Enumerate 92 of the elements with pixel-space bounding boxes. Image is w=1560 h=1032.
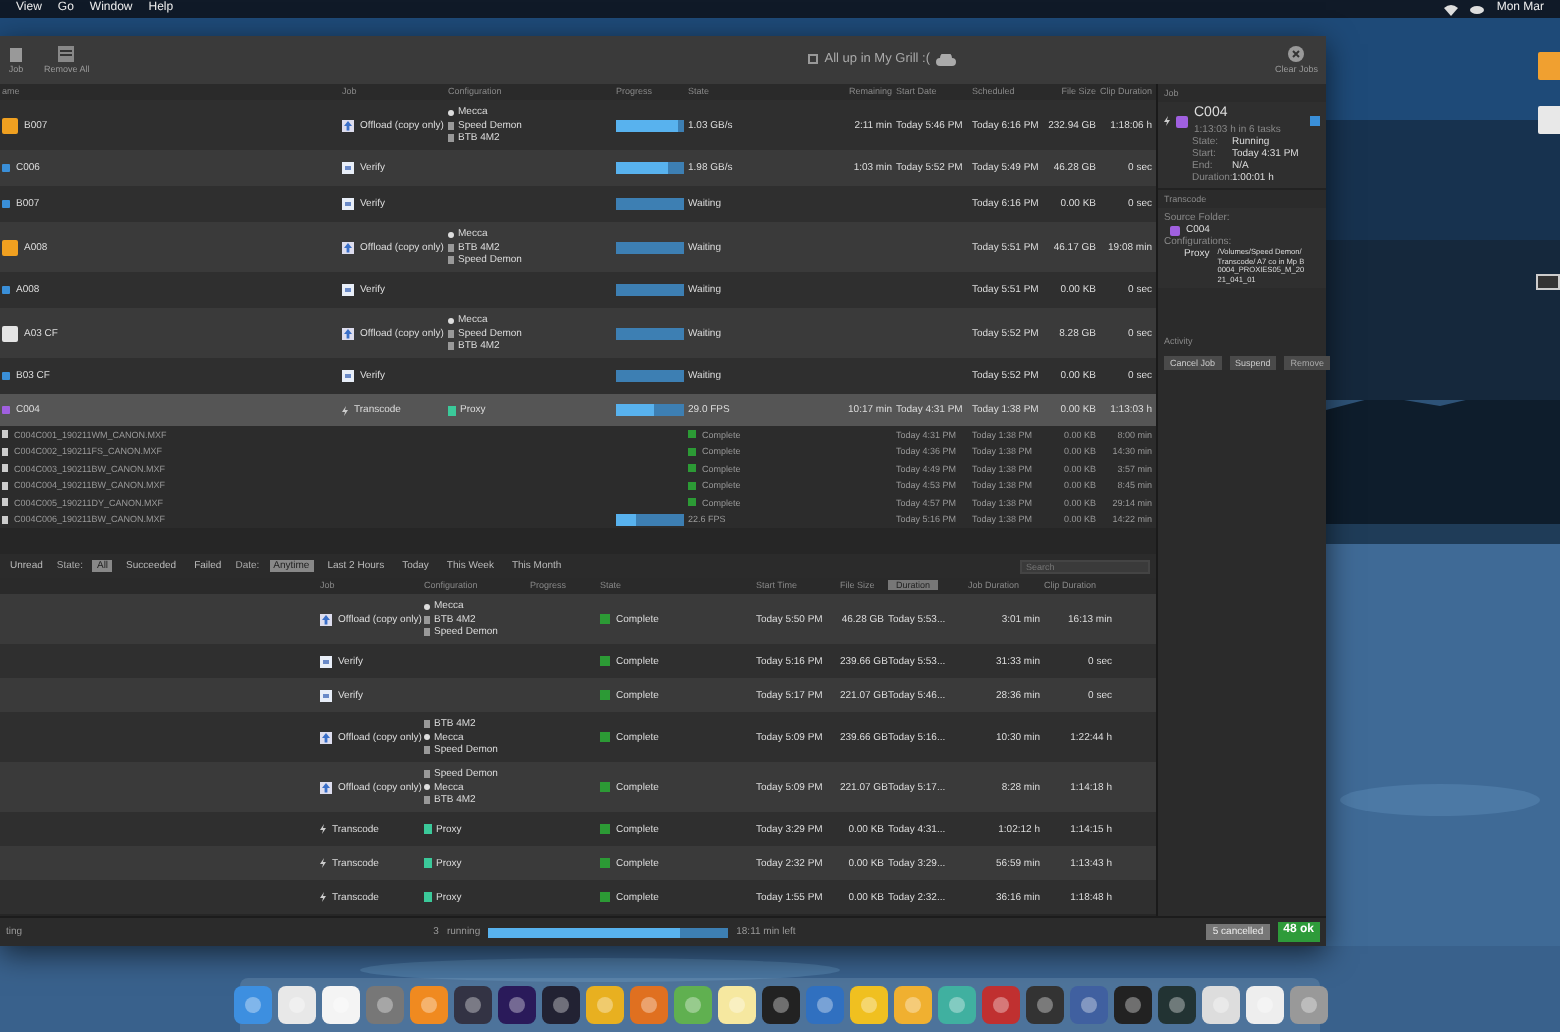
document-icon [342,284,354,296]
cloud-icon[interactable] [1470,4,1485,14]
app-icon[interactable] [893,986,931,1024]
upload-icon [320,731,332,743]
app-icon[interactable] [1201,986,1239,1024]
preset-icon [424,892,432,902]
check-icon [600,782,610,792]
upload-icon [342,327,354,339]
app-icon[interactable] [321,986,359,1024]
bolt-icon [1164,116,1170,127]
check-icon [600,892,610,902]
app-icon[interactable] [233,986,271,1024]
app-icon[interactable] [1157,986,1195,1024]
progress-bar [616,404,684,416]
source-icon [2,239,18,255]
app-icon[interactable] [717,986,755,1024]
bolt-icon [342,405,348,415]
progress-bar [616,513,684,526]
folder-icon [1170,225,1180,236]
app-icon[interactable] [629,986,667,1024]
document-icon [320,655,332,667]
document-icon [342,370,354,382]
progress-bar [616,241,684,253]
progress-bar [616,198,684,210]
source-icon [2,164,10,172]
document-icon [342,162,354,174]
app-icon[interactable] [1025,986,1063,1024]
upload-icon [320,613,332,625]
progress-bar [616,370,684,382]
dot-icon [424,603,430,609]
app-icon[interactable] [1113,986,1151,1024]
app-icon[interactable] [1069,986,1107,1024]
source-icon [2,200,10,208]
document-icon [320,689,332,701]
bolt-icon [320,892,326,902]
app-icon[interactable] [541,986,579,1024]
source-icon [2,325,18,341]
source-icon [2,117,18,133]
preset-icon [448,405,456,415]
progress-bar [616,119,684,131]
check-icon [600,732,610,742]
check-icon [600,656,610,666]
drive-icon [424,796,430,804]
dot-icon [424,784,430,790]
app-icon[interactable] [365,986,403,1024]
app-icon[interactable] [1245,986,1283,1024]
wifi-icon[interactable] [1444,3,1459,15]
app-icon[interactable] [453,986,491,1024]
dot-icon [448,109,454,115]
monitor-icon[interactable] [1536,274,1560,294]
check-icon [600,690,610,700]
source-icon [2,406,10,414]
app-icon[interactable] [805,986,843,1024]
list-icon [58,45,75,62]
drive-icon [424,720,430,728]
source-icon [2,372,10,380]
app-icon[interactable] [673,986,711,1024]
progress-bar [616,162,684,174]
app-icon[interactable] [761,986,799,1024]
app-icon[interactable] [981,986,1019,1024]
bolt-icon [320,824,326,834]
close-icon [1288,45,1305,62]
document-icon [342,198,354,210]
upload-icon [320,781,332,793]
app-icon[interactable] [497,986,535,1024]
check-icon [600,614,610,624]
app-icon[interactable] [409,986,447,1024]
upload-icon [342,119,354,131]
preset-icon [424,858,432,868]
check-icon [600,858,610,868]
app-icon[interactable] [937,986,975,1024]
app-icon[interactable] [849,986,887,1024]
check-icon [600,824,610,834]
progress-bar [616,327,684,339]
bolt-icon [320,858,326,868]
square-icon [808,54,819,65]
folder-icon [1176,115,1188,128]
cloud-icon [935,53,956,66]
progress-bar [616,284,684,296]
file-icon[interactable] [1536,104,1560,136]
dot-icon [424,734,430,740]
drive-icon [424,746,430,754]
checkbox-icon[interactable] [1310,116,1320,127]
dot-icon [448,317,454,323]
source-icon [2,286,10,294]
app-icon[interactable] [585,986,623,1024]
app-icon[interactable] [277,986,315,1024]
dot-icon [448,231,454,237]
upload-icon [342,241,354,253]
drive-icon [424,770,430,778]
preset-icon [424,824,432,834]
app-icon[interactable] [1289,986,1327,1024]
